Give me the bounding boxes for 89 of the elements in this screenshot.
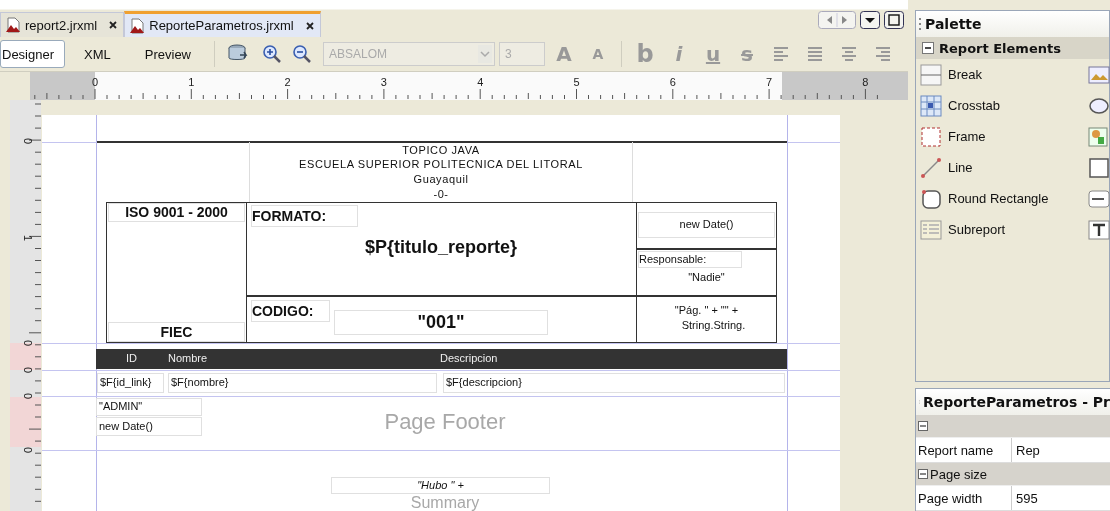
- view-tab[interactable]: Designer: [0, 40, 66, 68]
- expression-field: "Hubo " +: [331, 477, 550, 494]
- expression-field: new Date(): [638, 212, 775, 238]
- expression-field: "Pág. " + "" +: [638, 304, 775, 318]
- item-label: Crosstab: [948, 98, 1001, 113]
- ruler-number: 6: [669, 76, 676, 88]
- field-expression: $F{descripcion}: [443, 373, 785, 393]
- item-label: Frame: [948, 129, 986, 144]
- property-name: Report name: [916, 438, 1012, 462]
- title-text: Guayaquil: [412, 173, 470, 187]
- ruler-number: 0: [22, 339, 34, 347]
- ruler-number: 8: [862, 76, 869, 88]
- grip-icon[interactable]: [919, 17, 922, 31]
- expression-field: String.String.: [652, 318, 775, 333]
- category-header[interactable]: Report Elements: [916, 37, 1109, 59]
- view-tab[interactable]: Preview: [129, 40, 206, 68]
- ruler-number: 0: [22, 392, 34, 400]
- ruler-number: 5: [573, 76, 580, 88]
- rounded-rectangle-icon: [920, 187, 942, 210]
- ruler-number: 0: [91, 76, 99, 88]
- ruler-number: 3: [380, 76, 387, 88]
- document-tab[interactable]: ReporteParametros.jrxml: [124, 11, 321, 37]
- zoom-out-icon[interactable]: [292, 44, 312, 64]
- ruler-number: 1: [22, 234, 34, 242]
- collapse-icon[interactable]: [922, 42, 934, 54]
- expression-field: "Nadie": [638, 269, 775, 287]
- band-label: Summary: [409, 494, 481, 511]
- title-text: ESCUELA SUPERIOR POLITECNICA DEL LITORAL: [298, 158, 584, 171]
- report-file-icon: [129, 17, 146, 34]
- item-label: Line: [948, 160, 973, 175]
- panel-title: ReporteParametros - Pr: [922, 394, 1110, 410]
- report-file-icon: [5, 17, 21, 33]
- palette-item[interactable]: Subreport: [916, 214, 1088, 245]
- rectangle-icon[interactable]: [1088, 156, 1110, 179]
- label-field-icon[interactable]: [1088, 187, 1110, 210]
- tab-label: report2.jrxml: [25, 17, 98, 33]
- dropdown-icon[interactable]: [860, 11, 880, 29]
- expression-field: "001": [334, 310, 548, 335]
- expression-field: new Date(): [96, 417, 202, 436]
- chart-icon[interactable]: [1088, 125, 1110, 148]
- view-tab[interactable]: XML: [69, 40, 126, 68]
- field-expression: $F{id_link}: [97, 373, 164, 393]
- ruler-number: 2: [284, 76, 291, 88]
- property-value[interactable]: 595: [1012, 486, 1038, 510]
- item-label: Round Rectangle: [948, 191, 1049, 206]
- image-icon[interactable]: [1088, 63, 1110, 86]
- expression-field: $P{titulo_reporte}: [250, 233, 632, 262]
- field-expression: $F{nombre}: [168, 373, 437, 393]
- palette-item[interactable]: Round Rectangle: [916, 183, 1088, 214]
- item-label: Subreport: [948, 222, 1006, 237]
- item-label: Break: [948, 67, 982, 82]
- zoom-in-icon[interactable]: [262, 44, 282, 64]
- ruler-margin-shade: [10, 397, 41, 447]
- category-label: Report Elements: [939, 40, 1061, 56]
- column-header: Nombre: [168, 352, 208, 364]
- ruler-number: 1: [188, 76, 195, 88]
- title-text: TOPICO JAVA: [401, 144, 481, 157]
- diagonal-line-icon: [920, 156, 942, 179]
- tab-label: ReporteParametros.jrxml: [149, 18, 294, 33]
- close-icon[interactable]: [109, 21, 118, 29]
- category-label: Page size: [930, 466, 988, 482]
- ruler-number: 4: [477, 76, 484, 88]
- page-break-icon: [920, 63, 942, 86]
- list-icon: [920, 218, 942, 241]
- band-label: Page Footer: [383, 408, 507, 436]
- close-icon[interactable]: [305, 21, 314, 30]
- column-header: ID: [126, 352, 137, 364]
- column-header: Descripcion: [440, 352, 498, 364]
- dashed-frame-icon: [920, 125, 942, 148]
- ruler-number: 0: [22, 446, 34, 454]
- category-row[interactable]: Page size: [916, 463, 1110, 486]
- palette-item[interactable]: Crosstab: [916, 90, 1088, 121]
- ruler-number: 0: [22, 366, 34, 374]
- collapse-icon[interactable]: [918, 469, 928, 479]
- ruler-number: 7: [766, 76, 773, 88]
- panel-title: Palette: [925, 16, 982, 32]
- property-name: Page width: [916, 486, 1012, 510]
- title-text: -0-: [432, 188, 450, 201]
- document-tab[interactable]: report2.jrxml: [0, 12, 125, 37]
- palette-item[interactable]: Frame: [916, 121, 1088, 152]
- text-field-icon[interactable]: [1088, 218, 1110, 241]
- grid-icon: [920, 94, 942, 117]
- expression-field: "ADMIN": [96, 398, 202, 416]
- palette-item[interactable]: Break: [916, 59, 1088, 90]
- property-value[interactable]: Rep: [1012, 438, 1040, 462]
- ruler-number: 0: [22, 137, 34, 145]
- collapse-icon[interactable]: [918, 421, 928, 431]
- palette-item[interactable]: Line: [916, 152, 1088, 183]
- maximize-icon[interactable]: [884, 11, 904, 29]
